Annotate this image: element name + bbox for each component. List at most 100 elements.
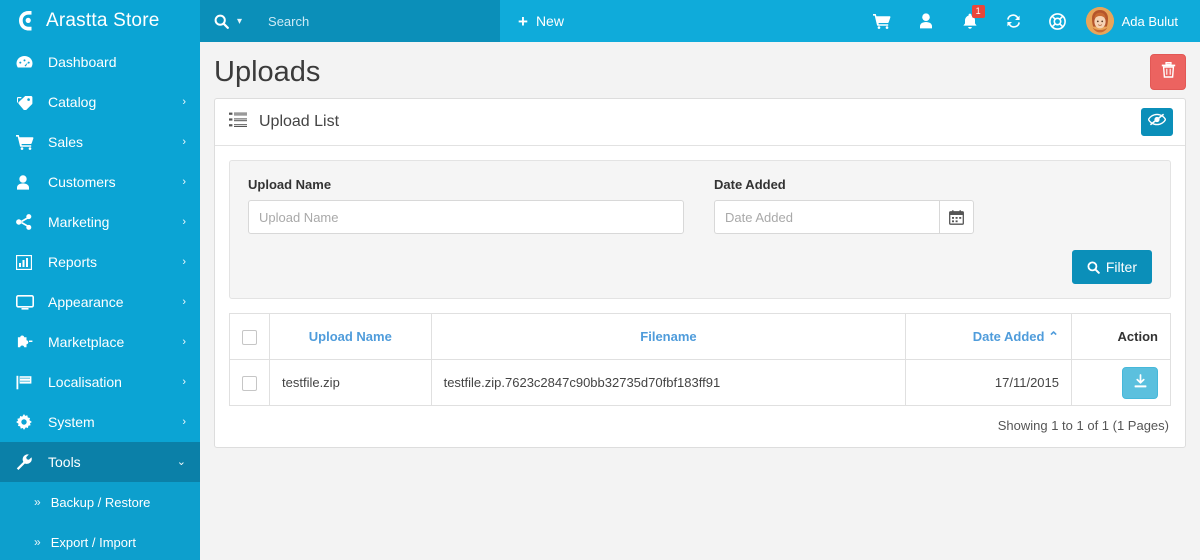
brand[interactable]: Arastta Store [0, 0, 200, 42]
pagination-results: Showing 1 to 1 of 1 (1 Pages) [997, 418, 1169, 433]
upload-list-panel: Upload List Upload Name Upload Name Date… [214, 98, 1186, 448]
select-all-header [229, 313, 270, 360]
hide-filter-button[interactable] [1141, 108, 1173, 136]
sort-date-added-link[interactable]: Date Added ⌃ [973, 329, 1059, 344]
sidebar-item-localisation[interactable]: Localisation › [0, 362, 200, 402]
date-added-input-group [714, 200, 974, 234]
filter-button[interactable]: Filter [1071, 250, 1152, 284]
share-icon [16, 214, 38, 230]
table-head: Upload Name Filename Date Added ⌃ Action [229, 313, 1171, 360]
new-button-label: New [535, 13, 564, 29]
header-spacer [582, 0, 860, 42]
sort-upload-name-link[interactable]: Upload Name [309, 329, 392, 344]
panel-title: Upload List [259, 113, 340, 130]
search-input[interactable] [268, 13, 449, 29]
filter-group-date-added: Date Added [714, 177, 974, 234]
chevron-right-icon: › [182, 95, 186, 108]
upload-name-input[interactable] [248, 200, 684, 234]
search-icon [1087, 261, 1100, 274]
date-added-input[interactable] [714, 200, 940, 234]
download-icon [1133, 373, 1148, 392]
eye-slash-icon [1147, 113, 1167, 131]
chevron-right-icon: › [182, 215, 186, 228]
user-icon [16, 174, 38, 190]
user-menu[interactable]: Ada Bulut [1080, 7, 1190, 35]
new-button[interactable]: + New [500, 0, 582, 42]
caret-up-icon: ⌃ [1048, 328, 1059, 344]
panel-header: Upload List [215, 99, 1185, 146]
filter-row: Upload Name Date Added [248, 177, 1152, 234]
search-dropdown-caret-icon[interactable]: ▾ [237, 16, 242, 27]
sidebar-item-label: Localisation [48, 374, 122, 390]
notification-badge: 1 [971, 5, 985, 18]
sidebar-item-marketing[interactable]: Marketing › [0, 202, 200, 242]
tag-icon [16, 94, 38, 110]
sidebar-item-label: System [48, 414, 95, 430]
content-area: ▾ + New 1 [200, 0, 1200, 560]
lifebuoy-icon[interactable] [1036, 0, 1080, 42]
calendar-icon[interactable] [939, 200, 974, 234]
chevron-down-icon: ⌄ [176, 455, 186, 468]
row-select-cell [229, 359, 270, 406]
dashboard-icon [16, 54, 38, 70]
sidebar-item-customers[interactable]: Customers › [0, 162, 200, 202]
sidebar-item-system[interactable]: System › [0, 402, 200, 442]
filter-well: Upload Name Date Added [229, 160, 1171, 299]
bell-icon[interactable]: 1 [948, 0, 992, 42]
upload-name-label: Upload Name [248, 177, 332, 192]
arastta-logo-icon [14, 9, 36, 33]
double-chevron-right-icon: » [34, 535, 41, 549]
header-filename: Filename [430, 313, 907, 360]
table-row: testfile.zip testfile.zip.7623c2847c90bb… [229, 359, 1171, 406]
header-action: Action [1071, 313, 1171, 360]
sort-filename-link[interactable]: Filename [640, 329, 696, 344]
sidebar-item-appearance[interactable]: Appearance › [0, 282, 200, 322]
flag-icon [16, 374, 38, 390]
filter-group-upload-name: Upload Name [248, 177, 684, 234]
sidebar-item-reports[interactable]: Reports › [0, 242, 200, 282]
cart-icon[interactable] [860, 0, 904, 42]
chevron-right-icon: › [182, 175, 186, 188]
header-icon-group: 1 Ada Bulut [860, 0, 1200, 42]
delete-button[interactable] [1150, 54, 1186, 90]
filter-button-label: Filter [1105, 259, 1137, 275]
gear-icon [16, 414, 38, 430]
cell-action [1071, 359, 1171, 406]
user-icon[interactable] [904, 0, 948, 42]
avatar [1085, 7, 1114, 35]
chevron-right-icon: › [182, 335, 186, 348]
cell-date-added: 17/11/2015 [905, 359, 1072, 406]
row-checkbox[interactable] [242, 375, 257, 391]
sidebar-item-tools[interactable]: Tools ⌄ [0, 442, 200, 482]
sidebar-item-catalog[interactable]: Catalog › [0, 82, 200, 122]
sidebar-item-marketplace[interactable]: Marketplace › [0, 322, 200, 362]
sidebar-item-dashboard[interactable]: Dashboard [0, 42, 200, 82]
sidebar-item-label: Catalog [48, 94, 97, 110]
page-header: Uploads [214, 42, 1186, 98]
sync-icon[interactable] [992, 0, 1036, 42]
select-all-checkbox[interactable] [242, 329, 257, 345]
sidebar-subitem-backup-restore[interactable]: » Backup / Restore [0, 482, 200, 522]
chevron-right-icon: › [182, 375, 186, 388]
sidebar-subitem-label: Backup / Restore [50, 494, 151, 510]
list-icon [229, 112, 247, 132]
admin-page: Arastta Store Dashboard Catalog › Sales … [0, 0, 1200, 560]
page-body: Uploads Upload List Upload Name Upload N… [200, 42, 1200, 560]
brand-title: Arastta Store [46, 10, 160, 31]
sidebar-item-label: Reports [48, 254, 98, 270]
sidebar-item-label: Appearance [48, 294, 124, 310]
top-header: ▾ + New 1 [200, 0, 1200, 42]
header-upload-name: Upload Name [269, 313, 432, 360]
sidebar-item-label: Marketing [48, 214, 110, 230]
header-date-added: Date Added ⌃ [905, 313, 1072, 360]
user-name: Ada Bulut [1121, 13, 1178, 29]
search-icon[interactable] [214, 14, 229, 29]
download-button[interactable] [1122, 366, 1158, 399]
page-title: Uploads [214, 55, 321, 88]
sidebar-subitem-export-import[interactable]: » Export / Import [0, 522, 200, 560]
panel-header-left: Upload List [229, 112, 339, 132]
sidebar-item-sales[interactable]: Sales › [0, 122, 200, 162]
panel-body: Upload Name Date Added [215, 146, 1185, 447]
sidebar-subitem-label: Export / Import [50, 534, 136, 550]
sidebar-submenu-tools: » Backup / Restore » Export / Import [0, 482, 200, 560]
